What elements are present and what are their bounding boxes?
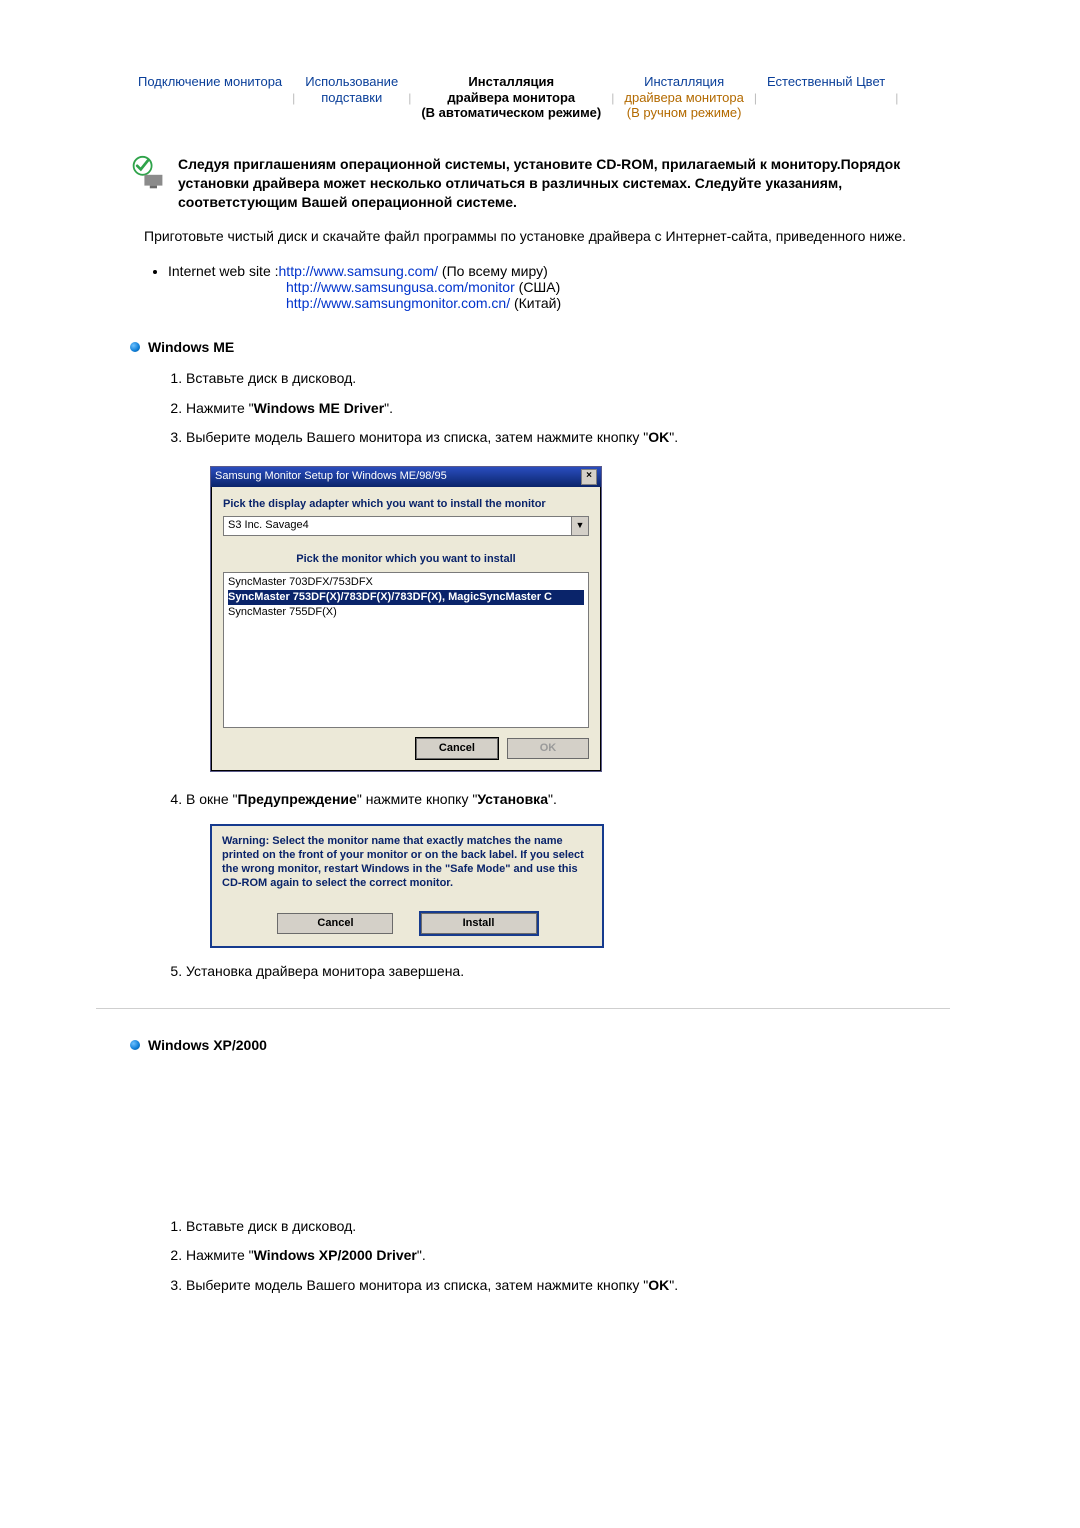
xp-steps: Вставьте диск в дисковод. Нажмите "Windo… [186, 1217, 950, 1296]
tab-auto-l2: драйвера монитора [447, 90, 575, 105]
me-step4-c: " нажмите кнопку " [357, 791, 477, 807]
link-world-suffix: (По всему миру) [438, 263, 548, 279]
link-china[interactable]: http://www.samsungmonitor.com.cn/ [286, 295, 510, 311]
me-step2-b: Windows ME Driver [254, 400, 385, 416]
adapter-combo-value: S3 Inc. Savage4 [224, 517, 571, 535]
me-step2-c: ". [384, 400, 393, 416]
tab-stand-line2: подставки [321, 90, 382, 105]
adapter-label: Pick the display adapter which you want … [223, 497, 589, 512]
warning-dialog: Warning: Select the monitor name that ex… [210, 824, 604, 949]
xp-step2-a: Нажмите " [186, 1247, 254, 1263]
bullet-icon [130, 1040, 140, 1050]
xp-step3-c: ". [669, 1277, 678, 1293]
tab-auto-l1: Инсталляция [468, 74, 554, 89]
tab-sep: | [752, 91, 759, 105]
tab-sep: | [609, 91, 616, 105]
me-step3-a: Выберите модель Вашего монитора из списк… [186, 429, 648, 445]
intro-paragraph: Приготовьте чистый диск и скачайте файл … [144, 227, 950, 247]
tab-stand[interactable]: Использование подставки [297, 70, 406, 127]
link-world[interactable]: http://www.samsung.com/ [279, 263, 439, 279]
me-step-5: Установка драйвера монитора завершена. [186, 962, 950, 982]
section-windows-me: Windows ME [130, 339, 950, 355]
section-xp-title: Windows XP/2000 [148, 1037, 267, 1053]
me-step4-b: Предупреждение [238, 791, 357, 807]
me-step3-b: OK [648, 429, 669, 445]
cancel-button[interactable]: Cancel [277, 913, 393, 934]
xp-step3-a: Выберите модель Вашего монитора из списк… [186, 1277, 648, 1293]
me-step-2: Нажмите "Windows ME Driver". [186, 399, 950, 419]
me-step4-a: В окне " [186, 791, 238, 807]
tab-install-manual[interactable]: Инсталляция драйвера монитора (В ручном … [616, 70, 751, 127]
intro-bold: Следуя приглашениям операционной системы… [178, 155, 950, 212]
xp-step-2: Нажмите "Windows XP/2000 Driver". [186, 1246, 950, 1266]
monitor-listbox[interactable]: SyncMaster 703DFX/753DFX SyncMaster 753D… [223, 572, 589, 728]
me-step4-e: ". [548, 791, 557, 807]
tab-sep: | [406, 91, 413, 105]
links-block: Internet web site :http://www.samsung.co… [150, 263, 950, 311]
tab-man-l2: драйвера монитора [624, 90, 743, 105]
install-button[interactable]: Install [421, 913, 537, 934]
ok-button[interactable]: OK [507, 738, 589, 759]
tab-install-auto[interactable]: Инсталляция драйвера монитора (В автомат… [413, 70, 609, 127]
section-me-title: Windows ME [148, 339, 234, 355]
dialog-titlebar: Samsung Monitor Setup for Windows ME/98/… [211, 467, 601, 487]
link-usa-suffix: (США) [515, 279, 561, 295]
link-usa[interactable]: http://www.samsungusa.com/monitor [286, 279, 515, 295]
me-step-1: Вставьте диск в дисковод. [186, 369, 950, 389]
tab-sep: | [893, 91, 900, 105]
section-divider [96, 1008, 950, 1009]
link-china-suffix: (Китай) [510, 295, 561, 311]
me-setup-dialog: Samsung Monitor Setup for Windows ME/98/… [210, 466, 602, 772]
me-step-3: Выберите модель Вашего монитора из списк… [186, 428, 950, 772]
xp-step2-c: ". [417, 1247, 426, 1263]
xp-step3-b: OK [648, 1277, 669, 1293]
links-label: Internet web site : [168, 263, 279, 279]
list-item[interactable]: SyncMaster 755DF(X) [228, 605, 584, 620]
tab-man-l3: (В ручном режиме) [627, 105, 742, 120]
list-item-selected[interactable]: SyncMaster 753DF(X)/783DF(X)/783DF(X), M… [228, 590, 584, 605]
monitor-label: Pick the monitor which you want to insta… [223, 552, 589, 567]
cancel-button[interactable]: Cancel [416, 738, 498, 759]
me-step4-d: Установка [477, 791, 548, 807]
check-monitor-icon [130, 155, 166, 191]
section-windows-xp: Windows XP/2000 [130, 1037, 950, 1053]
chevron-down-icon[interactable]: ▼ [571, 517, 588, 535]
tab-natural-color[interactable]: Естественный Цвет [759, 70, 893, 127]
tab-stand-line1: Использование [305, 74, 398, 89]
me-steps: Вставьте диск в дисковод. Нажмите "Windo… [186, 369, 950, 982]
tab-sep: | [290, 91, 297, 105]
warning-text: Warning: Select the monitor name that ex… [222, 834, 592, 891]
adapter-combo[interactable]: S3 Inc. Savage4 ▼ [223, 516, 589, 536]
xp-step-1: Вставьте диск в дисковод. [186, 1217, 950, 1237]
top-tabs: Подключение монитора | Использование под… [130, 70, 950, 127]
xp-step2-b: Windows XP/2000 Driver [254, 1247, 417, 1263]
list-item[interactable]: SyncMaster 703DFX/753DFX [228, 575, 584, 590]
intro-row: Следуя приглашениям операционной системы… [130, 155, 950, 212]
tab-auto-l3: (В автоматическом режиме) [421, 105, 601, 120]
me-step2-a: Нажмите " [186, 400, 254, 416]
me-step3-c: ". [669, 429, 678, 445]
tab-man-l1: Инсталляция [644, 74, 724, 89]
bullet-icon [130, 342, 140, 352]
close-icon[interactable]: × [581, 469, 597, 485]
me-step-4: В окне "Предупреждение" нажмите кнопку "… [186, 790, 950, 948]
dialog-title: Samsung Monitor Setup for Windows ME/98/… [215, 469, 447, 484]
tab-connect[interactable]: Подключение монитора [130, 70, 290, 127]
xp-step-3: Выберите модель Вашего монитора из списк… [186, 1276, 950, 1296]
